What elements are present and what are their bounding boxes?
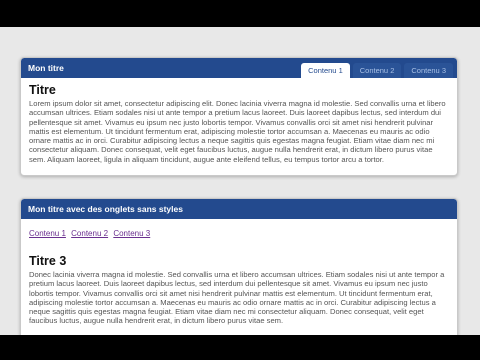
unstyled-tabs-panel: Mon titre avec des onglets sans styles C…: [20, 198, 458, 336]
link-contenu-2[interactable]: Contenu 2: [71, 229, 108, 238]
panel-content: Titre Lorem ipsum dolor sit amet, consec…: [21, 78, 457, 164]
panel-header: Mon titre avec des onglets sans styles: [21, 199, 457, 219]
content-title: Titre 3: [29, 254, 67, 268]
panel-header-title: Mon titre: [28, 63, 64, 73]
unstyled-tab-links: Contenu 1 Contenu 2 Contenu 3: [29, 229, 449, 238]
link-contenu-3[interactable]: Contenu 3: [113, 229, 150, 238]
panel-content: Contenu 1 Contenu 2 Contenu 3 Titre 3 Do…: [21, 219, 457, 326]
panel-header: Mon titre Contenu 1 Contenu 2 Contenu 3: [21, 58, 457, 78]
video-top-letterbox: [0, 0, 480, 27]
content-title: Titre: [29, 83, 56, 97]
tab-contenu-3[interactable]: Contenu 3: [404, 63, 453, 78]
link-contenu-1[interactable]: Contenu 1: [29, 229, 66, 238]
tab-bar: Contenu 1 Contenu 2 Contenu 3: [301, 63, 453, 78]
tabbed-panel: Mon titre Contenu 1 Contenu 2 Contenu 3 …: [20, 57, 458, 176]
content-paragraph: Lorem ipsum dolor sit amet, consectetur …: [29, 99, 446, 164]
content-paragraph: Donec lacinia viverra magna id molestie.…: [29, 270, 445, 326]
video-bottom-letterbox: [0, 335, 480, 360]
panel-header-title: Mon titre avec des onglets sans styles: [28, 204, 183, 214]
tab-contenu-2[interactable]: Contenu 2: [352, 63, 402, 78]
tab-contenu-1[interactable]: Contenu 1: [301, 63, 350, 78]
